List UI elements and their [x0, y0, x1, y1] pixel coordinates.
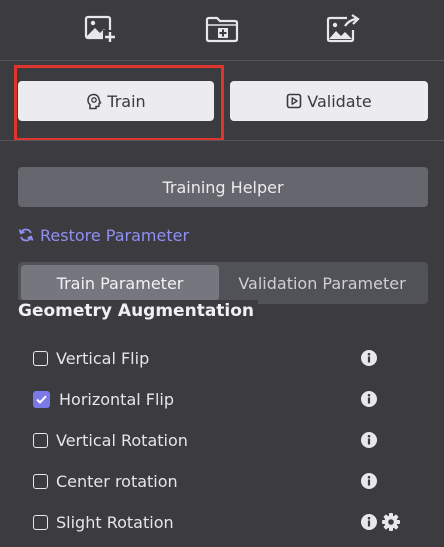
restore-parameter-label: Restore Parameter: [40, 225, 190, 245]
info-icon[interactable]: [360, 513, 378, 531]
slight-rotation-settings-button[interactable]: [380, 511, 402, 533]
option-label: Center rotation: [56, 471, 178, 491]
check-icon: [36, 395, 47, 404]
export-image-button[interactable]: [323, 9, 363, 49]
tab-validation-parameter-label: Validation Parameter: [238, 273, 406, 293]
validate-button-label: Validate: [307, 91, 372, 111]
info-icon[interactable]: [360, 390, 378, 408]
refresh-icon: [18, 228, 34, 242]
train-highlight-box: [14, 65, 224, 141]
vertical-rotation-checkbox[interactable]: [33, 432, 48, 448]
option-center-rotation: Center rotation: [33, 468, 378, 494]
horizontal-flip-checkbox[interactable]: [33, 390, 50, 408]
option-vertical-rotation: Vertical Rotation: [33, 427, 378, 453]
option-label: Slight Rotation: [56, 512, 174, 532]
center-rotation-checkbox[interactable]: [33, 473, 48, 489]
option-horizontal-flip: Horizontal Flip: [33, 386, 378, 412]
slight-rotation-checkbox[interactable]: [33, 514, 48, 530]
option-vertical-flip: Vertical Flip: [33, 345, 378, 371]
validate-button[interactable]: Validate: [230, 81, 428, 121]
option-slight-rotation: Slight Rotation: [33, 509, 378, 535]
section-divider: [0, 140, 444, 141]
training-helper-button[interactable]: Training Helper: [18, 167, 428, 207]
section-title: Geometry Augmentation: [18, 300, 259, 322]
add-folder-icon: [205, 16, 239, 43]
toolbar-divider: [0, 60, 444, 61]
vertical-flip-checkbox[interactable]: [33, 350, 48, 366]
tab-train-parameter-label: Train Parameter: [56, 273, 184, 293]
option-label: Vertical Rotation: [56, 430, 188, 450]
gear-icon: [382, 513, 400, 531]
add-image-button[interactable]: [81, 9, 121, 49]
option-label: Horizontal Flip: [59, 389, 175, 409]
option-label: Vertical Flip: [56, 348, 150, 368]
add-image-icon: [84, 15, 116, 43]
play-square-icon: [286, 93, 302, 109]
tab-train-parameter[interactable]: Train Parameter: [21, 265, 219, 301]
parameter-tabs: Train Parameter Validation Parameter: [18, 262, 428, 304]
info-icon[interactable]: [360, 431, 378, 449]
training-helper-label: Training Helper: [162, 177, 284, 197]
toolbar: [0, 0, 444, 58]
tab-validation-parameter[interactable]: Validation Parameter: [219, 265, 425, 301]
restore-parameter-link[interactable]: Restore Parameter: [18, 223, 189, 247]
add-folder-button[interactable]: [202, 9, 242, 49]
info-icon[interactable]: [360, 349, 378, 367]
export-image-icon: [327, 14, 361, 43]
info-icon[interactable]: [360, 472, 378, 490]
